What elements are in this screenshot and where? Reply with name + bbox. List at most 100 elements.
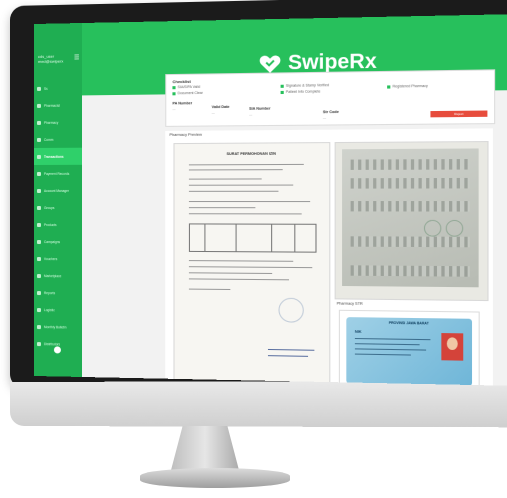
- document-photo: [342, 148, 479, 288]
- checklist-item[interactable]: Patient Info Complete: [280, 89, 321, 94]
- sidebar-item[interactable]: Pharmacist: [34, 96, 82, 114]
- dot-icon: [36, 324, 41, 329]
- str-document-photo[interactable]: [334, 141, 489, 302]
- preview-label: Pharmacy Preview: [169, 132, 202, 138]
- photo-text-row: [350, 265, 470, 277]
- reject-button[interactable]: Reject: [430, 110, 488, 118]
- sidebar-item[interactable]: Pharmacy: [34, 114, 82, 131]
- sidebar-item[interactable]: Reports: [34, 284, 82, 302]
- sidebar-user: cds_user med@swiperx: [38, 53, 63, 64]
- dot-icon: [36, 171, 41, 176]
- field-label: PA Number: [172, 101, 193, 106]
- dot-icon: [36, 86, 41, 91]
- document-table: [188, 223, 317, 253]
- id-card-preview[interactable]: PROVINSI JAWA BARAT NIK: [338, 309, 480, 387]
- checklist-label: Patient Info Complete: [285, 89, 321, 94]
- checklist-item[interactable]: Registered Pharmacy: [387, 84, 428, 89]
- sidebar-item[interactable]: Marketplace: [34, 267, 82, 284]
- checklist-label: Registered Pharmacy: [392, 83, 428, 89]
- sidebar-item[interactable]: Groups: [34, 199, 82, 216]
- sidebar-item-label: Ss: [43, 86, 48, 91]
- sidebar-item[interactable]: Account Manager: [34, 182, 82, 199]
- sidebar-item[interactable]: Logistic: [34, 301, 82, 319]
- checklist-panel: Checklist SIA/SIPA Valid Document Clear …: [165, 69, 496, 127]
- id-card-nik: NIK: [354, 329, 362, 334]
- text-line: [188, 169, 283, 171]
- photo-text-row: [350, 236, 470, 248]
- text-line: [188, 260, 294, 263]
- table-divider: [204, 224, 206, 252]
- checkbox-icon: [172, 91, 176, 95]
- sidebar-item-label: Pharmacist: [43, 103, 60, 108]
- sidebar-item-active[interactable]: Transactions: [34, 147, 83, 165]
- sidebar-item[interactable]: Vouchers: [34, 250, 82, 267]
- sidebar-item-label: Transactions: [43, 154, 64, 159]
- table-divider: [271, 224, 273, 252]
- sidebar-item-label: Logistic: [43, 307, 55, 312]
- sidebar-item-label: Comm: [43, 137, 54, 142]
- sidebar-item[interactable]: Monthly Bulletin: [34, 318, 82, 336]
- id-card-line: [354, 353, 411, 356]
- monitor-chin: [10, 380, 507, 428]
- text-line: [188, 178, 262, 181]
- sidebar-item-label: Account Manager: [43, 188, 69, 193]
- dot-icon: [36, 137, 41, 142]
- sidebar-item-label: Distributors: [43, 341, 61, 346]
- sidebar-item[interactable]: Products: [34, 216, 82, 233]
- field-value: —: [322, 116, 327, 121]
- sidebar-item-label: Groups: [43, 205, 55, 210]
- document-preview-area: Pharmacy Preview SURAT PERMOHONAN IZIN P…: [165, 128, 493, 387]
- sidebar-item-label: Reports: [43, 290, 56, 295]
- text-line: [188, 266, 313, 269]
- checklist-title: Checklist: [172, 78, 191, 85]
- sidebar-item[interactable]: Ss: [34, 79, 82, 97]
- dot-icon: [36, 154, 41, 159]
- sidebar-item-label: Products: [43, 222, 57, 227]
- checklist-label: Document Clear: [177, 90, 203, 96]
- dot-icon: [36, 188, 41, 193]
- dot-icon: [36, 222, 41, 227]
- text-line: [188, 213, 302, 215]
- photo-text-row: [350, 201, 470, 212]
- checklist-label: Signature & Stamp Verified: [285, 83, 329, 88]
- sidebar-item[interactable]: Comm: [34, 131, 82, 148]
- sidebar-menu: Ss Pharmacist Pharmacy Comm Transactions…: [34, 79, 83, 353]
- checklist-item[interactable]: SIA/SIPA Valid: [172, 85, 200, 89]
- field-label: SIA Number: [249, 106, 271, 111]
- text-line: [188, 272, 273, 275]
- dot-icon: [36, 273, 41, 278]
- menu-icon[interactable]: ☰: [74, 55, 80, 61]
- photo-text-row: [350, 177, 470, 189]
- field-label: Valid Date: [211, 104, 230, 110]
- field-value: —: [172, 107, 176, 112]
- help-icon[interactable]: [53, 346, 61, 354]
- text-line: [188, 288, 231, 291]
- str-label: Pharmacy STR: [336, 301, 363, 306]
- pharmacy-document[interactable]: SURAT PERMOHONAN IZIN: [173, 142, 331, 385]
- stamp-mark: [445, 219, 464, 237]
- desktop-monitor: SwipeRx cds_user med@swiperx ☰ Ss Pharma…: [0, 0, 507, 498]
- sidebar-item-label: Vouchers: [43, 256, 58, 261]
- checkbox-icon: [280, 90, 284, 94]
- dot-icon: [36, 256, 41, 261]
- checklist-item[interactable]: Document Clear: [172, 90, 203, 96]
- text-line: [188, 163, 304, 166]
- text-line: [188, 201, 311, 203]
- sidebar-item[interactable]: Payment Records: [34, 165, 82, 182]
- text-line: [188, 207, 256, 209]
- dot-icon: [36, 341, 41, 346]
- field-value: —: [249, 112, 253, 117]
- sidebar-item-label: Monthly Bulletin: [43, 324, 67, 329]
- sidebar: cds_user med@swiperx ☰ Ss Pharmacist Pha…: [34, 23, 83, 377]
- sidebar-item[interactable]: Campaigns: [34, 233, 82, 250]
- id-card-line: [354, 343, 420, 346]
- checklist-item[interactable]: Signature & Stamp Verified: [280, 83, 329, 88]
- id-card-title: PROVINSI JAWA BARAT: [388, 320, 429, 326]
- id-card: PROVINSI JAWA BARAT NIK: [346, 317, 473, 387]
- dot-icon: [36, 290, 41, 295]
- field-label: Str Code: [322, 109, 339, 115]
- dot-icon: [36, 307, 41, 312]
- id-card-line: [354, 337, 431, 341]
- monitor-stand-base: [140, 468, 290, 488]
- document-header: SURAT PERMOHONAN IZIN: [226, 151, 276, 157]
